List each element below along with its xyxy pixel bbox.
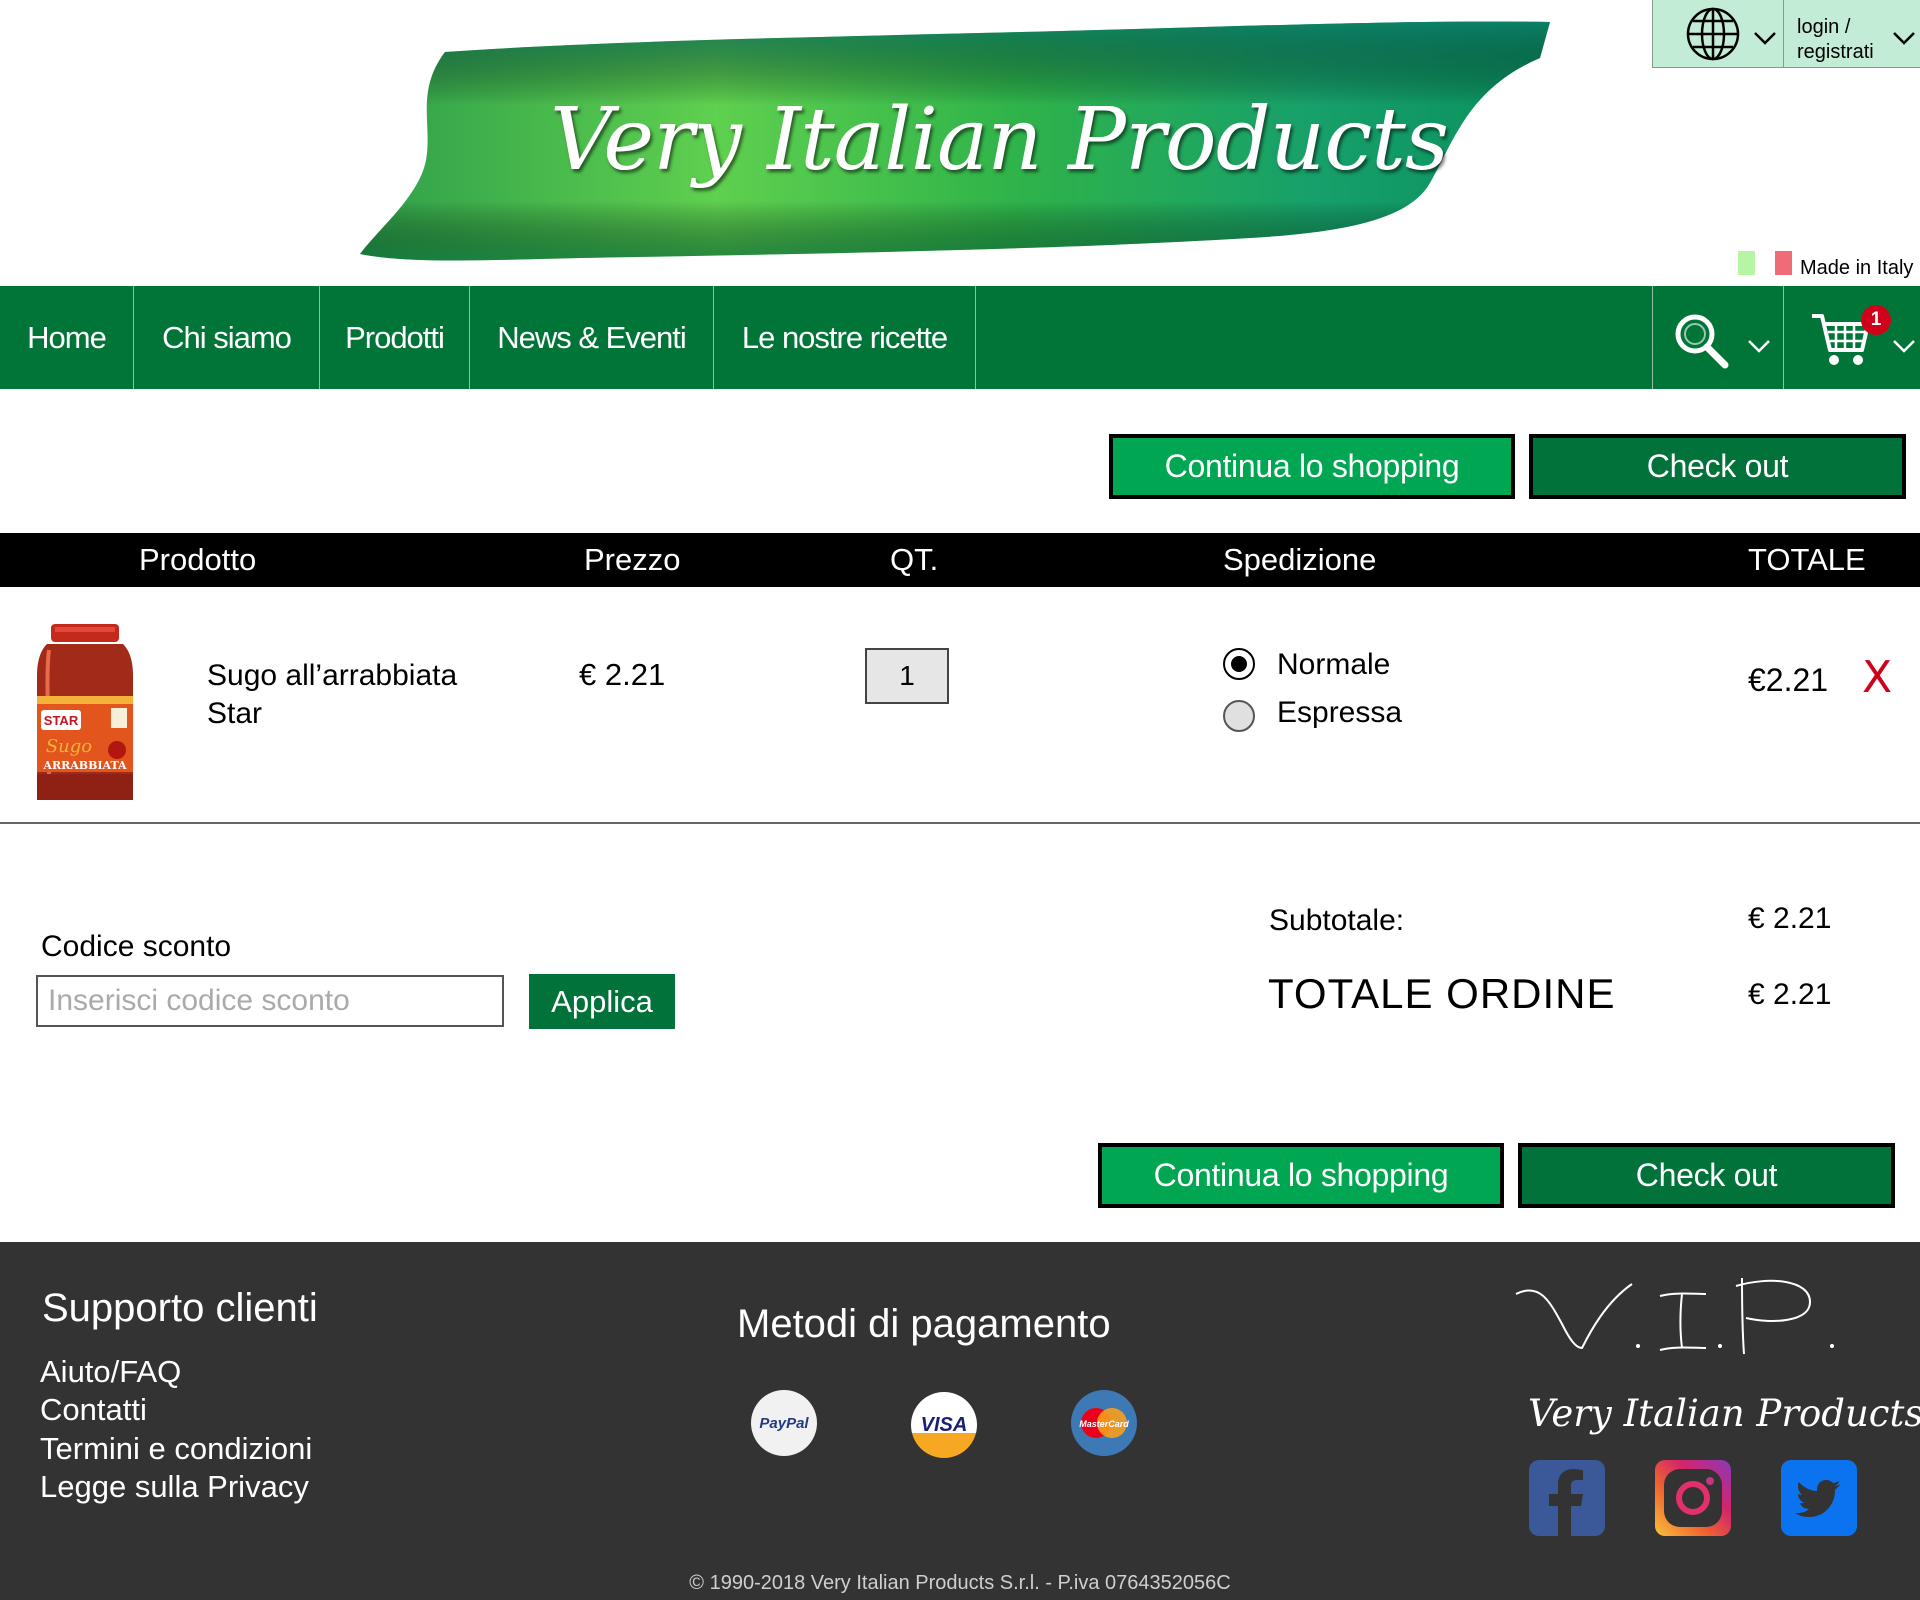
facebook-icon[interactable] <box>1529 1460 1605 1536</box>
shipping-label-normale[interactable]: Normale <box>1277 648 1390 682</box>
footer-brand-name: Very Italian Products <box>1528 1392 1920 1435</box>
product-name[interactable]: Sugo all’arrabbiata Star <box>207 657 507 733</box>
nav-item-home[interactable]: Home <box>0 286 134 389</box>
nav-item-news-eventi[interactable]: News & Eventi <box>470 286 714 389</box>
product-image[interactable]: STAR Sugo ARRABBIATA <box>35 624 135 800</box>
shipping-radio-espressa[interactable] <box>1223 700 1255 732</box>
product-price: € 2.21 <box>579 657 666 692</box>
product-image-variant: ARRABBIATA <box>42 759 127 772</box>
cart-count-badge: 1 <box>1861 305 1891 335</box>
visa-icon: VISA <box>911 1392 977 1458</box>
footer-link-termini[interactable]: Termini e condizioni <box>40 1431 312 1467</box>
nav-item-ricette[interactable]: Le nostre ricette <box>714 286 976 389</box>
search-icon <box>1675 314 1729 369</box>
remove-item-button[interactable]: X <box>1862 652 1892 703</box>
cart-toggle[interactable] <box>1783 286 1920 389</box>
apply-discount-button[interactable]: Applica <box>529 974 675 1029</box>
header-qty: QT. <box>890 542 939 577</box>
logo-text[interactable]: Very Italian Products <box>550 90 1449 190</box>
discount-code-input[interactable] <box>36 975 504 1027</box>
login-label[interactable]: login / registrati <box>1797 15 1887 65</box>
header-price: Prezzo <box>584 542 681 577</box>
discount-label: Codice sconto <box>41 930 232 963</box>
footer: Supporto clienti Aiuto/FAQ Contatti Term… <box>0 1242 1920 1600</box>
support-title: Supporto clienti <box>42 1286 318 1330</box>
continue-shopping-button-bottom[interactable]: Continua lo shopping <box>1098 1143 1504 1208</box>
row-divider <box>0 822 1920 824</box>
checkout-button-bottom[interactable]: Check out <box>1518 1143 1895 1208</box>
row-total: €2.21 <box>1748 662 1829 698</box>
vip-signature-logo <box>1515 1277 1834 1355</box>
product-image-line: Sugo <box>46 736 92 757</box>
footer-link-faq[interactable]: Aiuto/FAQ <box>40 1354 181 1390</box>
quantity-input[interactable] <box>865 648 949 704</box>
continue-shopping-button[interactable]: Continua lo shopping <box>1109 434 1515 499</box>
header-product: Prodotto <box>139 542 257 577</box>
instagram-icon[interactable] <box>1655 1460 1731 1536</box>
payments-title: Metodi di pagamento <box>737 1302 1111 1346</box>
footer-link-privacy[interactable]: Legge sulla Privacy <box>40 1469 309 1505</box>
chevron-down-icon <box>1893 32 1915 45</box>
order-total-label: TOTALE ORDINE <box>1268 970 1616 1017</box>
order-total-value: € 2.21 <box>1748 978 1832 1011</box>
header-total: TOTALE <box>1748 542 1866 577</box>
header-shipping: Spedizione <box>1223 542 1377 577</box>
footer-link-contatti[interactable]: Contatti <box>40 1392 147 1428</box>
product-image-brand: STAR <box>44 713 79 728</box>
checkout-button[interactable]: Check out <box>1529 434 1906 499</box>
globe-icon <box>1686 7 1740 61</box>
nav-item-chi-siamo[interactable]: Chi siamo <box>134 286 320 389</box>
table-row: STAR Sugo ARRABBIATA Sugo all’arrabbiata… <box>0 587 1920 822</box>
nav-item-prodotti[interactable]: Prodotti <box>320 286 470 389</box>
copyright: © 1990-2018 Very Italian Products S.r.l.… <box>689 1572 1231 1594</box>
chevron-down-icon <box>1754 32 1776 45</box>
flag-green-stripe <box>1738 251 1755 275</box>
made-in-italy-label: Made in Italy <box>1800 257 1914 279</box>
paypal-icon: PayPal <box>751 1390 817 1456</box>
twitter-icon[interactable] <box>1781 1460 1857 1536</box>
login-menu[interactable]: login / registrati <box>1783 0 1920 68</box>
mastercard-icon: MasterCard <box>1071 1390 1137 1456</box>
flag-red-stripe <box>1775 251 1792 275</box>
subtotal-value: € 2.21 <box>1748 902 1832 935</box>
chevron-down-icon <box>1748 340 1770 353</box>
mastercard-label: MasterCard <box>1079 1419 1129 1429</box>
cart-table-header: Prodotto Prezzo QT. Spedizione TOTALE <box>0 533 1920 587</box>
search-toggle[interactable] <box>1652 286 1783 389</box>
subtotal-label: Subtotale: <box>1269 904 1405 937</box>
shipping-radio-normale[interactable] <box>1223 648 1255 680</box>
shipping-label-espressa[interactable]: Espressa <box>1277 696 1402 730</box>
chevron-down-icon <box>1893 340 1915 353</box>
main-nav: Home Chi siamo Prodotti News & Eventi Le… <box>0 286 1920 389</box>
language-selector[interactable] <box>1652 0 1783 68</box>
mastercard-logo: MasterCard <box>1079 1408 1129 1438</box>
